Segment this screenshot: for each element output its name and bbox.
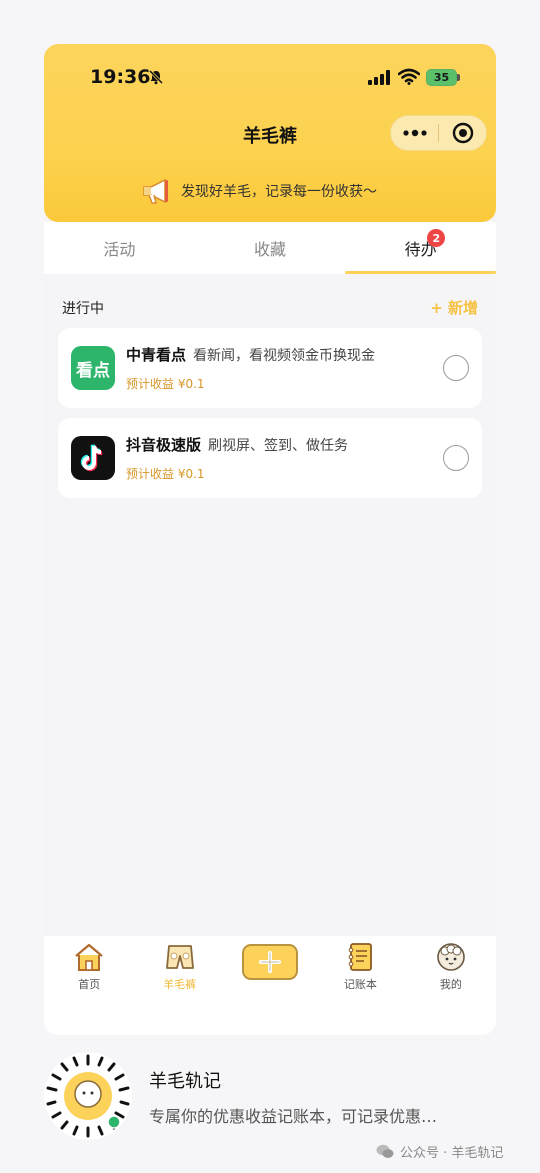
add-record-button[interactable] bbox=[242, 944, 299, 980]
signal-icon bbox=[368, 70, 390, 85]
section-title: 进行中 bbox=[62, 300, 104, 317]
tagline: 发现好羊毛，记录每一份收获～ bbox=[141, 177, 377, 205]
app-icon-text: 看点 bbox=[76, 360, 110, 381]
target-icon bbox=[452, 122, 473, 144]
tab-favorites[interactable]: 收藏 bbox=[195, 222, 346, 274]
tab-todo[interactable]: 待办 2 bbox=[345, 222, 496, 274]
bell-muted-icon bbox=[148, 69, 164, 85]
add-new-button[interactable]: + 新增 bbox=[430, 297, 478, 318]
wechat-icon bbox=[376, 1144, 394, 1158]
section-header: 进行中 + 新增 bbox=[62, 297, 478, 318]
tabbar-item-ledger[interactable]: 记账本 bbox=[315, 942, 405, 1035]
notebook-icon bbox=[349, 943, 373, 971]
tabbar-item-add[interactable] bbox=[225, 942, 315, 1035]
footer-brand: 公众号 · 羊毛轨记 bbox=[376, 1142, 503, 1161]
tabbar-item-mine[interactable]: 我的 bbox=[406, 942, 496, 1035]
complete-checkbox[interactable] bbox=[443, 445, 469, 471]
todo-card[interactable]: 看点 中青看点 看新闻，看视频领金币换现金 预计收益 ¥0.1 bbox=[58, 328, 482, 408]
battery-icon: 35 bbox=[426, 69, 457, 86]
todo-card-body: 抖音极速版 刷视屏、签到、做任务 预计收益 ¥0.1 bbox=[126, 434, 443, 482]
footer-title: 羊毛轨记 bbox=[149, 1071, 221, 1092]
phone-screen: 19:36 35 羊毛裤 发现好羊毛，记录每一份收获～ 活动 收藏 待办 2 进… bbox=[44, 44, 496, 1035]
plus-icon bbox=[259, 951, 282, 973]
miniprogram-code[interactable] bbox=[44, 1052, 132, 1140]
complete-checkbox[interactable] bbox=[443, 355, 469, 381]
tabbar-item-pants[interactable]: 羊毛裤 bbox=[134, 942, 224, 1035]
footer-description: 专属你的优惠收益记账本，可记录优惠… bbox=[149, 1107, 438, 1126]
pants-icon bbox=[165, 945, 194, 969]
tab-label: 活动 bbox=[103, 240, 136, 259]
todo-desc: 刷视屏、签到、做任务 bbox=[208, 438, 349, 454]
tabbar-item-home[interactable]: 首页 bbox=[44, 942, 134, 1035]
sheep-avatar-icon bbox=[437, 943, 465, 971]
status-time: 19:36 bbox=[90, 66, 151, 88]
home-icon bbox=[75, 943, 103, 971]
todo-name: 中青看点 bbox=[126, 346, 187, 364]
tabbar-label: 首页 bbox=[78, 978, 101, 991]
more-dots-icon bbox=[402, 129, 427, 137]
todo-name: 抖音极速版 bbox=[126, 436, 202, 454]
battery-level: 35 bbox=[433, 71, 450, 84]
tagline-text: 发现好羊毛，记录每一份收获～ bbox=[181, 184, 377, 200]
todo-card-heading: 中青看点 看新闻，看视频领金币换现金 bbox=[126, 344, 443, 365]
header-banner: 19:36 35 羊毛裤 发现好羊毛，记录每一份收获～ bbox=[44, 44, 496, 222]
close-miniprogram-button[interactable] bbox=[439, 115, 486, 151]
todo-card[interactable]: 抖音极速版 刷视屏、签到、做任务 预计收益 ¥0.1 bbox=[58, 418, 482, 498]
todo-card-body: 中青看点 看新闻，看视频领金币换现金 预计收益 ¥0.1 bbox=[126, 344, 443, 392]
douyin-icon bbox=[71, 436, 115, 480]
zhongqing-kandian-icon: 看点 bbox=[71, 346, 115, 390]
tab-bar-top: 活动 收藏 待办 2 bbox=[44, 222, 496, 274]
wifi-icon bbox=[398, 68, 420, 85]
todo-earnings: 预计收益 ¥0.1 bbox=[126, 377, 205, 391]
miniprogram-capsule bbox=[390, 115, 487, 151]
more-menu-button[interactable] bbox=[391, 115, 438, 151]
tabbar-label: 羊毛裤 bbox=[163, 978, 197, 991]
bottom-tab-bar: 首页 羊毛裤 记账本 我的 bbox=[44, 936, 496, 1035]
battery-cap bbox=[457, 74, 460, 81]
footer-brand-text: 公众号 · 羊毛轨记 bbox=[400, 1146, 504, 1161]
megaphone-icon bbox=[143, 178, 168, 204]
tab-label: 收藏 bbox=[254, 240, 287, 259]
todo-earnings: 预计收益 ¥0.1 bbox=[126, 467, 205, 481]
douyin-note-icon bbox=[80, 444, 103, 472]
todo-count-badge: 2 bbox=[427, 229, 446, 247]
tabbar-label: 记账本 bbox=[343, 978, 377, 991]
tab-activity[interactable]: 活动 bbox=[44, 222, 195, 274]
todo-desc: 看新闻，看视频领金币换现金 bbox=[193, 348, 376, 364]
tabbar-label: 我的 bbox=[439, 978, 462, 991]
todo-card-heading: 抖音极速版 刷视屏、签到、做任务 bbox=[126, 434, 443, 455]
